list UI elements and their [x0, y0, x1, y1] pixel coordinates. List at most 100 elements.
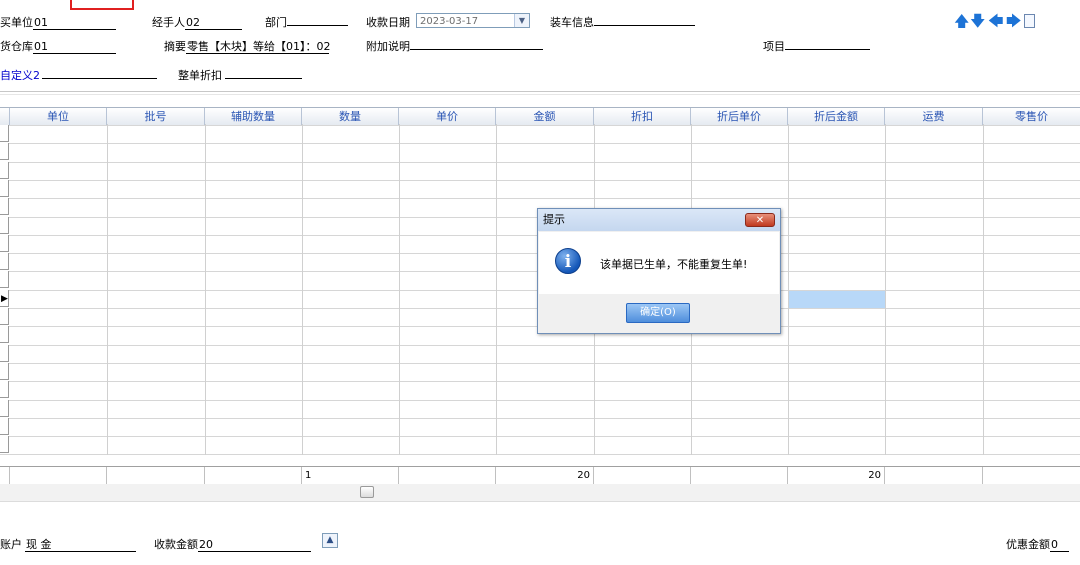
- account-label: 账户: [0, 538, 22, 551]
- col-unit-price[interactable]: 单价: [399, 108, 496, 125]
- summary-field[interactable]: 摘要零售【木块】等给【01】：02: [164, 38, 331, 54]
- dialog-message: 该单据已生单，不能重复生单!: [600, 258, 748, 271]
- col-aux-qty[interactable]: 辅助数量: [205, 108, 302, 125]
- whole-discount-value[interactable]: [225, 78, 302, 79]
- col-retail-price[interactable]: 零售价: [983, 108, 1080, 125]
- row-header-cell[interactable]: [0, 400, 9, 417]
- col-discount[interactable]: 折扣: [594, 108, 691, 125]
- date-dropdown-icon[interactable]: ▼: [514, 14, 529, 27]
- received-label: 收款金额: [154, 538, 198, 551]
- shipping-info-value[interactable]: [594, 25, 695, 26]
- note-field[interactable]: 附加说明: [366, 38, 543, 54]
- note-value[interactable]: [410, 49, 543, 50]
- payment-date-label: 收款日期: [366, 16, 410, 29]
- total-discounted-amount: 20: [788, 467, 885, 484]
- selected-cell[interactable]: [789, 291, 885, 308]
- arrow-left-icon[interactable]: 🡄: [988, 14, 1004, 29]
- row-header-cell[interactable]: [0, 326, 9, 343]
- arrow-up-icon[interactable]: 🡅: [954, 14, 969, 29]
- row-header-cell[interactable]: [0, 271, 9, 288]
- account-value[interactable]: 现 金: [25, 539, 136, 552]
- dialog-title-bar[interactable]: 提示: [538, 209, 780, 231]
- col-discounted-price[interactable]: 折后单价: [691, 108, 788, 125]
- custom2-field[interactable]: 自定义2: [0, 67, 157, 83]
- grid-row-line: [0, 125, 1080, 126]
- totals-corner: [0, 467, 10, 484]
- grid-row-line: [0, 143, 1080, 144]
- row-header-cell[interactable]: [0, 381, 9, 398]
- shipping-info-field[interactable]: 装车信息: [550, 14, 695, 30]
- department-value[interactable]: [287, 25, 348, 26]
- whole-discount-label: 整单折扣: [178, 69, 222, 82]
- row-header-cell[interactable]: [0, 125, 9, 142]
- row-header-cell[interactable]: [0, 363, 9, 380]
- arrow-down-icon[interactable]: 🡇: [970, 14, 985, 29]
- total-cell-unit: [10, 467, 107, 484]
- handler-field[interactable]: 经手人02: [152, 14, 242, 30]
- grid-row-line: [0, 400, 1080, 401]
- grid-column-line: [205, 124, 206, 455]
- purchase-unit-value[interactable]: 01: [33, 17, 116, 30]
- col-unit[interactable]: 单位: [10, 108, 107, 125]
- shipping-info-label: 装车信息: [550, 16, 594, 29]
- received-field[interactable]: 收款金额20: [154, 536, 311, 552]
- header-separator: [0, 91, 1080, 92]
- close-icon[interactable]: ✕: [745, 213, 775, 227]
- arrow-right-icon[interactable]: 🡆: [1006, 14, 1022, 29]
- horizontal-scrollbar[interactable]: [0, 484, 1080, 502]
- project-field[interactable]: 项目: [763, 38, 870, 54]
- custom2-label: 自定义2: [0, 69, 40, 82]
- info-icon: i: [555, 248, 581, 274]
- warehouse-label: 货仓库: [0, 40, 33, 53]
- discount-field[interactable]: 优惠金额0: [1006, 536, 1069, 552]
- col-amount[interactable]: 金额: [496, 108, 594, 125]
- alert-dialog: 提示 ✕ i 该单据已生单，不能重复生单! 确定(O): [537, 208, 781, 334]
- warehouse-field[interactable]: 货仓库01: [0, 38, 116, 54]
- scrollbar-thumb[interactable]: [360, 486, 374, 498]
- row-header-cell[interactable]: [0, 253, 9, 270]
- whole-discount-field[interactable]: 整单折扣: [178, 67, 302, 83]
- document-icon[interactable]: [1024, 14, 1035, 28]
- col-batch[interactable]: 批号: [107, 108, 205, 125]
- custom2-value[interactable]: [42, 78, 157, 79]
- row-header-cell[interactable]: [0, 198, 9, 215]
- grid-column-line: [496, 124, 497, 455]
- row-header-cell[interactable]: [0, 345, 9, 362]
- header-separator-2: [0, 94, 1080, 95]
- note-label: 附加说明: [366, 40, 410, 53]
- handler-label: 经手人: [152, 16, 185, 29]
- row-header-cell[interactable]: [0, 143, 9, 160]
- account-field[interactable]: 账户现 金: [0, 536, 136, 552]
- col-qty[interactable]: 数量: [302, 108, 399, 125]
- total-qty: 1: [302, 467, 399, 484]
- ok-button[interactable]: 确定(O): [626, 303, 690, 323]
- col-discounted-amount[interactable]: 折后金额: [788, 108, 885, 125]
- grid-header: 单位 批号 辅助数量 数量 单价 金额 折扣 折后单价 折后金额 运费 零售价: [0, 107, 1080, 126]
- grid-column-line: [885, 124, 886, 455]
- row-header-cell[interactable]: [0, 436, 9, 453]
- department-field[interactable]: 部门: [265, 14, 348, 30]
- purchase-unit-field[interactable]: 买单位01: [0, 14, 116, 30]
- received-value[interactable]: 20: [198, 539, 311, 552]
- discount-label: 优惠金额: [1006, 538, 1050, 551]
- payment-date-picker[interactable]: 2023-03-17 ▼: [416, 13, 530, 28]
- row-header-cell[interactable]: [0, 418, 9, 435]
- row-header-cell[interactable]: [0, 308, 9, 325]
- row-header-cell[interactable]: [0, 180, 9, 197]
- grid-corner: [0, 108, 10, 125]
- dialog-title: 提示: [543, 213, 565, 226]
- row-header-cell[interactable]: [0, 235, 9, 252]
- project-value[interactable]: [785, 49, 870, 50]
- warehouse-value[interactable]: 01: [33, 41, 116, 54]
- department-label: 部门: [265, 16, 287, 29]
- summary-value[interactable]: 零售【木块】等给【01】：02: [186, 41, 331, 54]
- row-header-cell[interactable]: [0, 162, 9, 179]
- handler-value[interactable]: 02: [185, 17, 242, 30]
- discount-value[interactable]: 0: [1050, 539, 1069, 552]
- col-freight[interactable]: 运费: [885, 108, 983, 125]
- expand-up-icon[interactable]: ▲: [322, 533, 338, 548]
- grid-column-line: [983, 124, 984, 455]
- total-cell-price: [399, 467, 496, 484]
- total-cell-aux: [205, 467, 302, 484]
- row-header-cell[interactable]: [0, 217, 9, 234]
